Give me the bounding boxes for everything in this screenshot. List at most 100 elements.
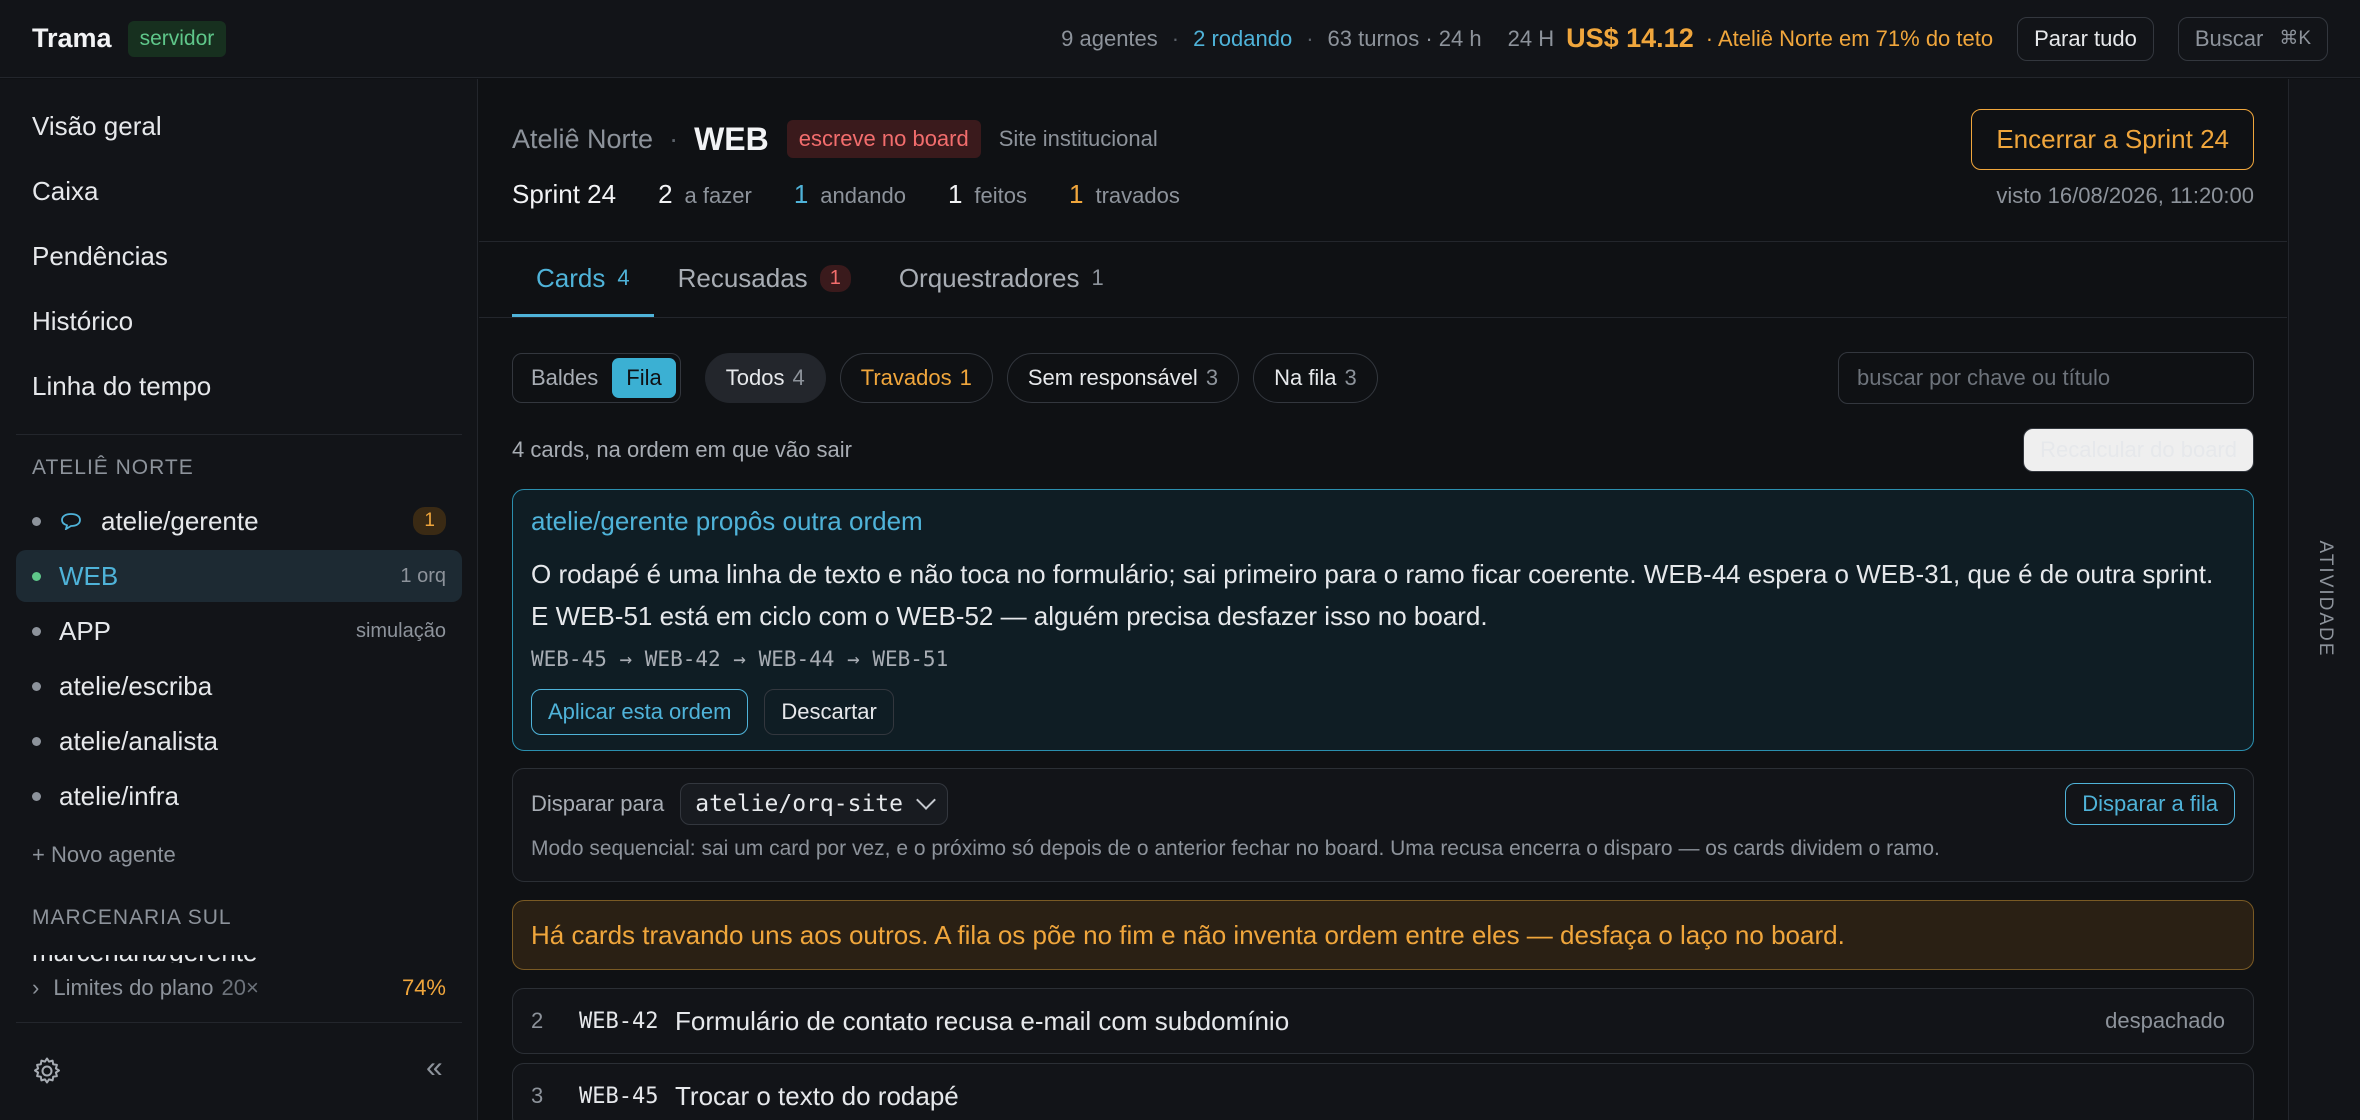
filter-blocked[interactable]: Travados 1 (839, 353, 993, 403)
dispatch-queue-button[interactable]: Disparar a fila (2065, 783, 2235, 825)
recalculate-button[interactable]: Recalcular do board (2023, 428, 2254, 472)
card-key: WEB-45 (579, 1083, 659, 1109)
collapse-sidebar-icon[interactable]: « (426, 1051, 443, 1085)
proposal-actions: Aplicar esta ordem Descartar (531, 689, 2235, 735)
filter-bar: Baldes Fila Todos 4 Travados 1 Sem respo… (512, 352, 2254, 404)
tab-orchestrators[interactable]: Orquestradores 1 (875, 239, 1128, 317)
card-title: Trocar o texto do rodapé (675, 1080, 959, 1111)
tab-label: Recusadas (677, 262, 808, 293)
stop-all-button[interactable]: Parar tudo (2017, 16, 2154, 61)
chip-label: Sem responsável (1027, 365, 1198, 390)
plan-label: Limites do plano (53, 975, 214, 1000)
sidebar-divider (16, 434, 462, 435)
card-key: WEB-42 (579, 1008, 659, 1034)
clipped-agent-name: marcenaria/gerente (32, 955, 257, 963)
board-subtitle: Site institucional (998, 126, 1158, 151)
view-queue[interactable]: Fila (612, 358, 676, 398)
agent-atelie-gerente[interactable]: atelie/gerente 1 (16, 495, 462, 547)
plan-limits[interactable]: › Limites do plano 20× 74% (32, 975, 446, 1001)
search-shortcut: ⌘K (2279, 28, 2311, 49)
top-bar: Trama servidor 9 agentes · 2 rodando · 6… (0, 0, 2360, 78)
filter-all[interactable]: Todos 4 (704, 353, 826, 403)
end-sprint-button[interactable]: Encerrar a Sprint 24 (1971, 108, 2254, 170)
turns-count: 63 turnos · 24 h (1327, 25, 1482, 51)
card-search-input[interactable] (1838, 352, 2254, 404)
nav-overview[interactable]: Visão geral (32, 111, 162, 142)
filter-in-queue[interactable]: Na fila 3 (1253, 353, 1378, 403)
app-brand: Trama (32, 23, 112, 53)
agent-name: atelie/analista (59, 725, 218, 756)
agent-atelie-analista[interactable]: atelie/analista (16, 715, 462, 767)
tab-bar: Cards 4 Recusadas 1 Orquestradores 1 (512, 239, 1128, 317)
chat-bubble-icon (61, 513, 81, 530)
chip-count: 4 (792, 365, 805, 390)
group-title-atelie-norte: ATELIÊ NORTE (32, 456, 194, 479)
chip-count: 1 (959, 365, 972, 390)
agent-web[interactable]: WEB 1 orq (16, 550, 462, 602)
dispatch-target-select[interactable]: atelie/orq-site (680, 783, 948, 825)
card-position: 3 (531, 1083, 544, 1108)
filter-unassigned[interactable]: Sem responsável 3 (1006, 353, 1240, 403)
nav-history[interactable]: Histórico (32, 306, 133, 337)
status-dot (32, 626, 41, 636)
discard-button[interactable]: Descartar (764, 689, 894, 735)
dispatch-panel: Disparar para atelie/orq-site Disparar a… (512, 768, 2254, 882)
tab-refused[interactable]: Recusadas 1 (654, 239, 875, 317)
agent-app[interactable]: APP simulação (16, 605, 462, 657)
agent-atelie-infra[interactable]: atelie/infra (16, 770, 462, 822)
plan-percent: 74% (401, 975, 446, 1000)
view-toggle: Baldes Fila (512, 353, 681, 403)
running-count: 2 rodando (1193, 25, 1293, 51)
tab-cards[interactable]: Cards 4 (512, 239, 654, 317)
nav-inbox[interactable]: Caixa (32, 176, 98, 207)
agent-meta: 1 orq (400, 564, 446, 587)
view-buckets[interactable]: Baldes (517, 358, 612, 398)
breadcrumb-workspace[interactable]: Ateliê Norte (512, 124, 653, 155)
agents-count: 9 agentes (1061, 25, 1158, 51)
card-position: 2 (531, 1008, 544, 1033)
tab-count: 4 (617, 265, 630, 290)
activity-rail[interactable]: ATIVIDADE (2288, 79, 2360, 1120)
queue-card-row[interactable]: 3 WEB-45 Trocar o texto do rodapé (512, 1063, 2254, 1120)
last-seen: visto 16/08/2026, 11:20:00 (1996, 183, 2254, 208)
tab-label: Cards (536, 262, 606, 293)
nav-pending[interactable]: Pendências (32, 241, 168, 272)
queue-summary: 4 cards, na ordem em que vão sair (512, 437, 852, 462)
nav-timeline[interactable]: Linha do tempo (32, 371, 211, 402)
chip-count: 3 (1344, 365, 1357, 390)
card-status: despachado (2105, 1008, 2225, 1033)
proposal-body: O rodapé é uma linha de texto e não toca… (531, 559, 2214, 631)
agent-badge: 1 (413, 507, 446, 535)
blocking-alert: Há cards travando uns aos outros. A fila… (512, 900, 2254, 970)
new-agent-button[interactable]: + Novo agente (32, 842, 176, 868)
gear-icon[interactable] (32, 1056, 62, 1086)
agent-name: atelie/gerente (101, 505, 259, 536)
dispatch-row: Disparar para atelie/orq-site Disparar a… (531, 783, 2235, 825)
board-header: Ateliê Norte · WEB escreve no board Site… (512, 108, 2254, 170)
dispatch-label: Disparar para (531, 791, 665, 816)
activity-label: ATIVIDADE (2315, 540, 2336, 658)
group-title-marcenaria-sul: MARCENARIA SUL (32, 906, 232, 929)
top-bar-status: 9 agentes · 2 rodando · 63 turnos · 24 h… (1061, 16, 2328, 61)
board-title: WEB (694, 120, 769, 157)
stat-done-count: 1 (947, 179, 963, 209)
chevron-right-icon: › (32, 975, 40, 1000)
apply-order-button[interactable]: Aplicar esta ordem (531, 689, 749, 735)
cost-note: · Ateliê Norte em 71% do teto (1705, 25, 1994, 51)
status-dot (32, 516, 41, 526)
queue-card-row[interactable]: 2 WEB-42 Formulário de contato recusa e-… (512, 988, 2254, 1054)
status-dot (32, 791, 41, 801)
tab-label: Orquestradores (898, 262, 1080, 293)
agent-name: WEB (59, 560, 119, 591)
cost-value: US$ 14.12 (1566, 23, 1694, 53)
agent-name: atelie/infra (59, 780, 179, 811)
dispatch-target-value: atelie/orq-site (695, 791, 903, 817)
plan-multiplier: 20× (221, 975, 259, 1000)
environment-badge: servidor (127, 20, 227, 57)
chip-label: Todos (725, 365, 785, 390)
agent-atelie-escriba[interactable]: atelie/escriba (16, 660, 462, 712)
stat-doing-count: 1 (793, 179, 809, 209)
clipped-agent-row: marcenaria/gerente (32, 955, 446, 963)
sprint-name: Sprint 24 (512, 179, 617, 209)
search-button[interactable]: Buscar ⌘K (2177, 16, 2328, 61)
